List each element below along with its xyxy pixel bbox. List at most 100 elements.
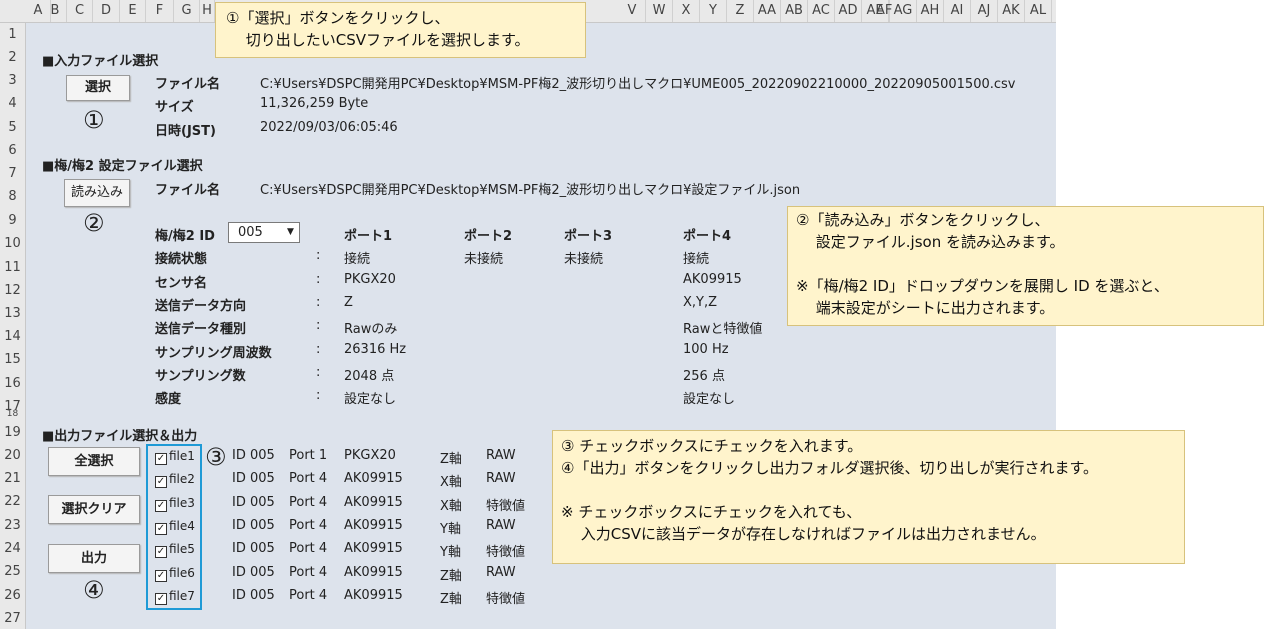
row-header-23[interactable]: 23 xyxy=(0,518,25,533)
column-header-aj[interactable]: AJ xyxy=(971,0,998,22)
file-sensor-3: AK09915 xyxy=(344,495,403,510)
file-checkbox-6[interactable]: ✓ file6 xyxy=(155,566,195,582)
row-header-12[interactable]: 12 xyxy=(0,283,25,298)
file-checkbox-5[interactable]: ✓ file5 xyxy=(155,542,195,558)
row-header-2[interactable]: 2 xyxy=(0,50,25,65)
clear-selection-button[interactable]: 選択クリア xyxy=(48,495,140,524)
checkbox-checked-icon[interactable]: ✓ xyxy=(155,500,167,512)
file-checkbox-1[interactable]: ✓ file1 xyxy=(155,449,195,465)
setting-sep-4: : xyxy=(316,318,321,333)
row-header-22[interactable]: 22 xyxy=(0,494,25,509)
column-header-aa[interactable]: AA xyxy=(754,0,781,22)
setting-label-6: サンプリング数 xyxy=(155,369,246,384)
checkbox-checked-icon[interactable]: ✓ xyxy=(155,593,167,605)
setting-label-1: 接続状態 xyxy=(155,252,208,267)
row-header-11[interactable]: 11 xyxy=(0,260,25,275)
input-datetime-value: 2022/09/03/06:05:46 xyxy=(260,120,398,135)
select-all-button[interactable]: 全選択 xyxy=(48,447,140,476)
column-header-ak[interactable]: AK xyxy=(998,0,1025,22)
column-header-w[interactable]: W xyxy=(646,0,673,22)
column-header-z[interactable]: Z xyxy=(727,0,754,22)
file-port-6: Port 4 xyxy=(289,565,328,580)
load-button[interactable]: 読み込み xyxy=(64,179,130,207)
column-header-ad[interactable]: AD xyxy=(835,0,862,22)
port4-header: ポート4 xyxy=(683,229,732,244)
setting-sep-2: : xyxy=(316,272,321,287)
column-header-f[interactable]: F xyxy=(146,0,174,22)
note2-line5: 端末設定がシートに出力されます。 xyxy=(796,299,1055,317)
row-header-7[interactable]: 7 xyxy=(0,166,25,181)
column-header-y[interactable]: Y xyxy=(700,0,727,22)
column-header-ag[interactable]: AG xyxy=(890,0,917,22)
row-header-8[interactable]: 8 xyxy=(0,189,25,204)
file-type-1: RAW xyxy=(486,448,516,463)
file-checkbox-7[interactable]: ✓ file7 xyxy=(155,589,195,605)
setting-p4-3: X,Y,Z xyxy=(683,295,718,310)
row-header-14[interactable]: 14 xyxy=(0,329,25,344)
column-header-x[interactable]: X xyxy=(673,0,700,22)
column-header-v[interactable]: V xyxy=(619,0,646,22)
column-header-al[interactable]: AL xyxy=(1025,0,1052,22)
file-checkbox-label: file1 xyxy=(169,449,195,463)
chevron-down-icon[interactable]: ▼ xyxy=(283,224,298,241)
row-header-26[interactable]: 26 xyxy=(0,588,25,603)
file-type-7: 特徴値 xyxy=(486,592,526,607)
setting-sep-6: : xyxy=(316,365,321,380)
select-button[interactable]: 選択 xyxy=(66,75,130,101)
row-header-6[interactable]: 6 xyxy=(0,143,25,158)
input-section-heading: ■入力ファイル選択 xyxy=(42,54,159,69)
file-type-4: RAW xyxy=(486,518,516,533)
row-header-20[interactable]: 20 xyxy=(0,448,25,463)
output-button[interactable]: 出力 xyxy=(48,544,140,573)
column-header-g[interactable]: G xyxy=(174,0,200,22)
row-header-5[interactable]: 5 xyxy=(0,120,25,135)
note3-line4: ※ チェックボックスにチェックを入れても、 xyxy=(561,503,862,521)
row-header-15[interactable]: 15 xyxy=(0,352,25,367)
column-header-b[interactable]: B xyxy=(44,0,67,22)
row-header-27[interactable]: 27 xyxy=(0,611,25,626)
checkbox-checked-icon[interactable]: ✓ xyxy=(155,476,167,488)
file-axis-6: Z軸 xyxy=(440,569,462,584)
row-header-18[interactable]: 18 xyxy=(0,409,25,419)
input-size-value: 11,326,259 Byte xyxy=(260,96,369,111)
row-header-21[interactable]: 21 xyxy=(0,471,25,486)
column-header-ah[interactable]: AH xyxy=(917,0,944,22)
file-sensor-1: PKGX20 xyxy=(344,448,396,463)
row-header: 1 2 3 4 5 6 7 8 9 10 11 12 13 14 15 16 17 18 19 20 21 22 23 24 2… xyxy=(0,23,26,629)
row-header-3[interactable]: 3 xyxy=(0,73,25,88)
row-header-4[interactable]: 4 xyxy=(0,96,25,111)
checkbox-checked-icon[interactable]: ✓ xyxy=(155,570,167,582)
column-header-ab[interactable]: AB xyxy=(781,0,808,22)
column-header-af[interactable]: AF xyxy=(876,0,892,22)
port2-header: ポート2 xyxy=(464,229,513,244)
row-header-25[interactable]: 25 xyxy=(0,564,25,579)
file-sensor-7: AK09915 xyxy=(344,588,403,603)
file-checkbox-4[interactable]: ✓ file4 xyxy=(155,519,195,535)
setting-p1-4: Rawのみ xyxy=(344,322,398,337)
setting-label-3: 送信データ方向 xyxy=(155,299,247,314)
column-header-d[interactable]: D xyxy=(93,0,120,22)
checkbox-checked-icon[interactable]: ✓ xyxy=(155,453,167,465)
checkbox-checked-icon[interactable]: ✓ xyxy=(155,546,167,558)
row-header-16[interactable]: 16 xyxy=(0,376,25,391)
row-header-1[interactable]: 1 xyxy=(0,27,25,42)
row-header-19[interactable]: 19 xyxy=(0,425,25,440)
column-header-e[interactable]: E xyxy=(120,0,146,22)
step1-marker: ① xyxy=(83,106,105,134)
file-checkbox-2[interactable]: ✓ file2 xyxy=(155,472,195,488)
file-id-6: ID 005 xyxy=(232,565,275,580)
row-header-13[interactable]: 13 xyxy=(0,306,25,321)
column-header-ac[interactable]: AC xyxy=(808,0,835,22)
file-checkbox-3[interactable]: ✓ file3 xyxy=(155,496,195,512)
row-header-10[interactable]: 10 xyxy=(0,236,25,251)
file-axis-3: X軸 xyxy=(440,499,462,514)
column-header-h[interactable]: H xyxy=(200,0,215,22)
checkbox-checked-icon[interactable]: ✓ xyxy=(155,523,167,535)
setting-p1-3: Z xyxy=(344,295,353,310)
id-dropdown[interactable]: 005 ▼ xyxy=(228,222,300,243)
step2-marker: ② xyxy=(83,209,105,237)
row-header-24[interactable]: 24 xyxy=(0,541,25,556)
column-header-c[interactable]: C xyxy=(67,0,93,22)
column-header-ai[interactable]: AI xyxy=(944,0,971,22)
row-header-9[interactable]: 9 xyxy=(0,213,25,228)
